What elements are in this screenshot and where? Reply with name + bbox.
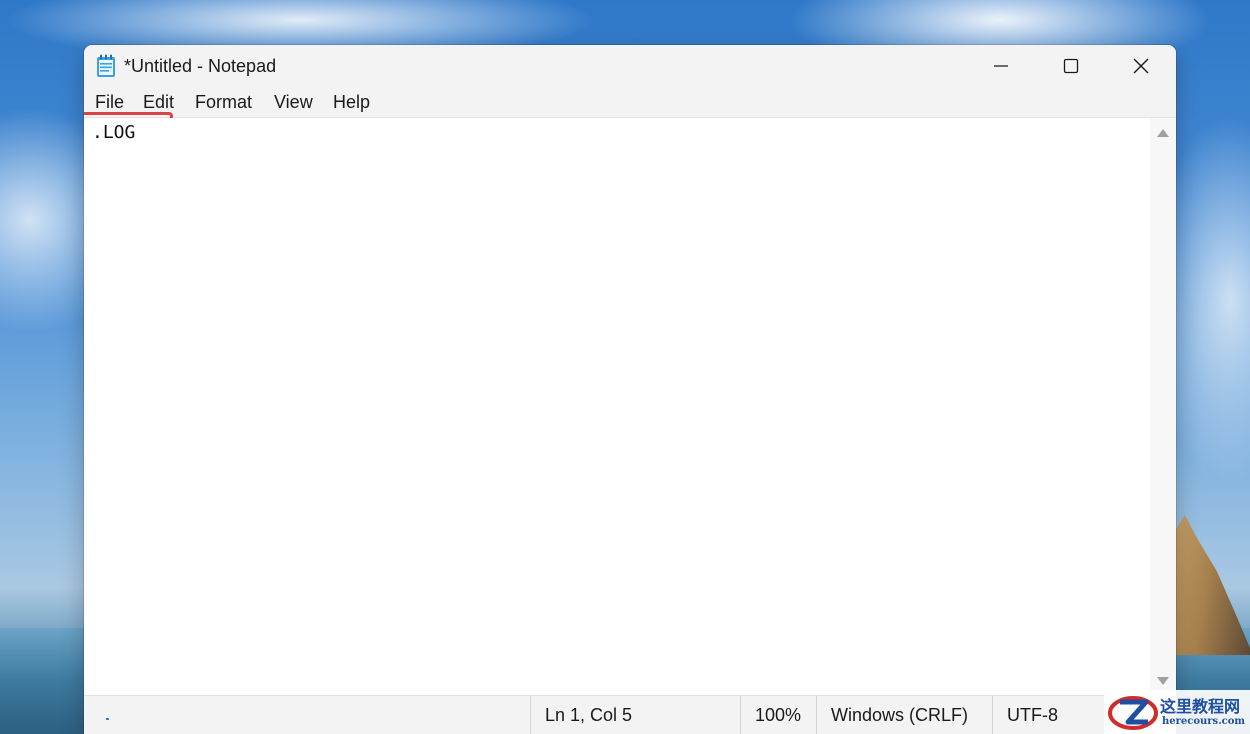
desktop-cliff: [1176, 515, 1250, 655]
status-bar: Ln 1, Col 5 100% Windows (CRLF) UTF-8: [84, 695, 1176, 734]
menu-file[interactable]: File: [95, 92, 124, 113]
status-zoom: 100%: [740, 696, 816, 734]
menu-help[interactable]: Help: [333, 92, 370, 113]
vertical-scrollbar[interactable]: [1150, 118, 1176, 695]
watermark-logo-icon: [1108, 696, 1158, 730]
maximize-icon: [1063, 58, 1079, 74]
watermark-subtitle: herecours.com: [1162, 716, 1246, 727]
editor-content[interactable]: .LOG: [92, 122, 135, 143]
scroll-up-icon[interactable]: [1157, 129, 1169, 137]
close-icon: [1133, 58, 1149, 74]
status-cursor-position: Ln 1, Col 5: [530, 696, 740, 734]
text-editor[interactable]: .LOG: [84, 118, 1150, 695]
minimize-button[interactable]: [966, 45, 1036, 87]
window-title: *Untitled - Notepad: [124, 56, 277, 76]
menu-view[interactable]: View: [274, 92, 313, 113]
close-button[interactable]: [1106, 45, 1176, 87]
notepad-icon: [97, 54, 115, 77]
menu-bar: File Edit Format View Help: [84, 87, 1176, 118]
watermark-title: 这里教程网: [1160, 697, 1241, 716]
minimize-icon: [994, 65, 1008, 67]
status-line-ending: Windows (CRLF): [816, 696, 996, 734]
menu-edit[interactable]: Edit: [143, 92, 174, 113]
title-bar[interactable]: *Untitled - Notepad: [84, 45, 1176, 87]
maximize-button[interactable]: [1036, 45, 1106, 87]
menu-format[interactable]: Format: [195, 92, 252, 113]
scroll-down-icon[interactable]: [1157, 677, 1169, 685]
status-indicator: [106, 718, 109, 720]
notepad-window: *Untitled - Notepad File Edit Format Vie…: [84, 45, 1176, 734]
watermark: 这里教程网 herecours.com: [1104, 690, 1250, 734]
